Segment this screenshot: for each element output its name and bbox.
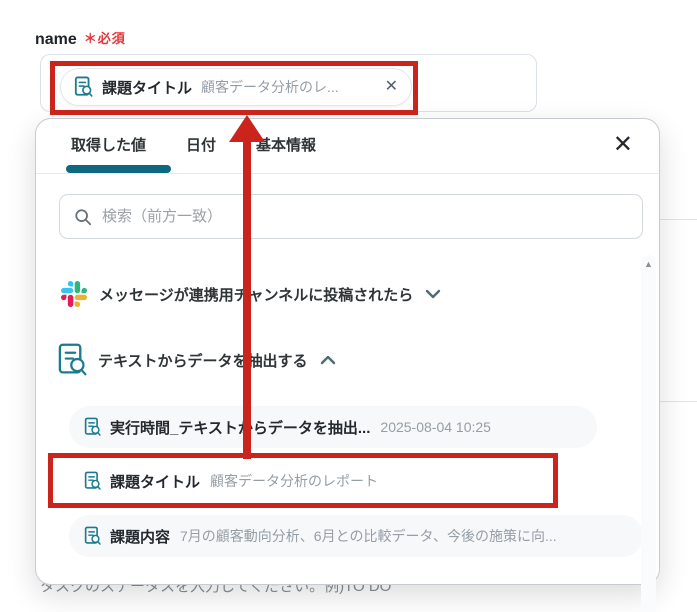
group-extract-data[interactable]: テキストからデータを抽出する — [57, 341, 336, 379]
slack-icon — [61, 281, 87, 307]
list-item-issue-title[interactable]: 課題タイトル 顧客データ分析のレポート — [69, 460, 546, 502]
value-picker-popup: 取得した値 日付 基本情報 ✕ メッセージが連携用チャンネルに投稿されたら — [35, 118, 660, 612]
extract-data-icon — [58, 343, 87, 376]
extract-data-icon — [74, 76, 93, 97]
item-value: 顧客データ分析のレポート — [210, 473, 379, 489]
extract-data-icon — [84, 417, 101, 436]
item-title: 実行時間_テキストからデータを抽出... — [110, 419, 371, 437]
field-label: name ＊必須 — [35, 28, 126, 49]
list-item-issue-content[interactable]: 課題内容 7月の顧客動向分析、6月との比較データ、今後の施策に向... — [69, 515, 643, 557]
scrollbar[interactable]: ▲ ▼ — [641, 255, 656, 612]
screen: タスクのステータスを入力してください。例)TO DO name ＊必須 課題タイト… — [0, 0, 697, 612]
value-chip[interactable]: 課題タイトル 顧客データ分析のレ... ✕ — [60, 68, 412, 106]
search-icon — [75, 208, 92, 225]
extract-data-icon — [84, 526, 101, 545]
close-icon[interactable]: ✕ — [613, 131, 633, 160]
item-title: 課題タイトル — [110, 473, 201, 491]
chip-value: 顧客データ分析のレ... — [201, 79, 339, 95]
active-tab-indicator — [66, 165, 171, 173]
item-value: 2025-08-04 10:25 — [380, 419, 491, 435]
background-divider — [659, 219, 697, 220]
chip-title: 課題タイトル — [102, 79, 193, 97]
group-label: テキストからデータを抽出する — [98, 352, 308, 370]
list-item-execution-time[interactable]: 実行時間_テキストからデータを抽出... 2025-08-04 10:25 — [69, 406, 597, 448]
required-badge: ＊必須 — [83, 31, 126, 46]
extract-data-icon — [84, 471, 101, 490]
background-divider — [659, 401, 697, 402]
tab-basic-info[interactable]: 基本情報 — [256, 134, 316, 155]
chevron-down-icon[interactable] — [425, 289, 441, 299]
search-input[interactable] — [102, 208, 628, 225]
tab-obtained-values[interactable]: 取得した値 — [71, 134, 146, 155]
item-title: 課題内容 — [110, 528, 171, 546]
chip-remove-icon[interactable]: ✕ — [385, 79, 398, 95]
tab-date[interactable]: 日付 — [186, 134, 216, 155]
item-value: 7月の顧客動向分析、6月との比較データ、今後の施策に向... — [180, 528, 557, 544]
tab-bar: 取得した値 日付 基本情報 ✕ — [36, 119, 659, 174]
chevron-up-icon[interactable] — [320, 355, 336, 365]
group-slack-trigger[interactable]: メッセージが連携用チャンネルに投稿されたら — [61, 281, 441, 307]
search-box[interactable] — [59, 194, 643, 239]
scroll-up-icon[interactable]: ▲ — [644, 260, 653, 269]
field-name: name — [35, 31, 77, 48]
group-label: メッセージが連携用チャンネルに投稿されたら — [99, 286, 414, 304]
